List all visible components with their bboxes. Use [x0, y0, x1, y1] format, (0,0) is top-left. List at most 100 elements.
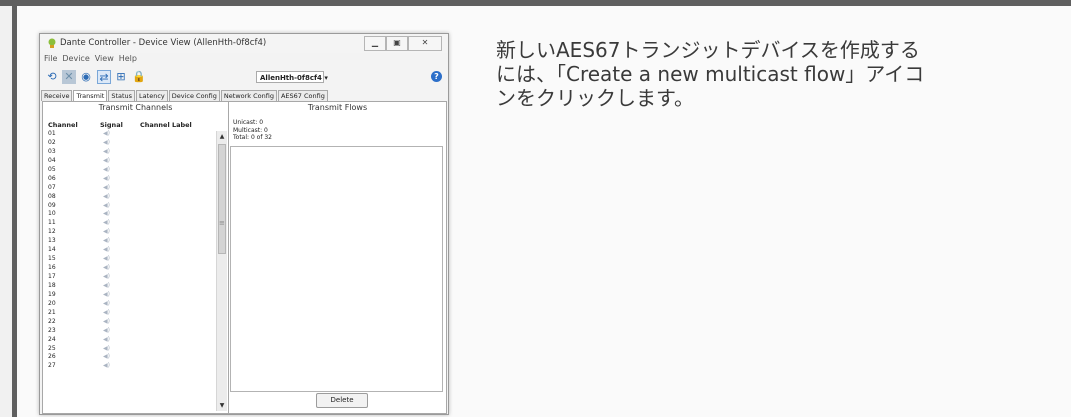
table-row[interactable]: 15 ◀): [43, 254, 215, 263]
table-row[interactable]: 04 ◀): [43, 156, 215, 165]
multicast-count: Multicast: 0: [233, 126, 268, 134]
minimize-button[interactable]: ▁: [364, 36, 386, 51]
channel-number: 02: [48, 138, 56, 146]
refresh-icon[interactable]: ⟲: [45, 70, 59, 84]
table-row[interactable]: 21 ◀): [43, 308, 215, 317]
instruction-line-2: には、「Create a new multicast flow」アイコ: [496, 62, 925, 86]
table-row[interactable]: 10 ◀): [43, 209, 215, 218]
table-row[interactable]: 18 ◀): [43, 281, 215, 290]
channel-number: 17: [48, 273, 56, 280]
signal-speaker-icon: ◀): [103, 353, 110, 361]
channel-number: 18: [48, 281, 56, 289]
instruction-line-3: ンをクリックします。: [496, 86, 694, 110]
table-row[interactable]: 17 ◀): [43, 272, 215, 281]
channel-scrollbar[interactable]: ▲ ≡ ▼: [216, 131, 227, 411]
table-row[interactable]: 02 ◀): [43, 138, 215, 147]
signal-speaker-icon: ◀): [103, 326, 110, 334]
flows-list[interactable]: [230, 146, 443, 392]
maximize-button[interactable]: ▣: [386, 36, 408, 51]
col-channel[interactable]: Channel: [48, 121, 78, 129]
scroll-down-arrow-icon[interactable]: ▼: [217, 402, 227, 410]
grid-icon[interactable]: ⊞: [114, 70, 128, 84]
delete-button[interactable]: Delete: [316, 393, 368, 408]
instruction-text: 新しいAES67トランジットデバイスを作成する には、「Create a new…: [496, 38, 1036, 110]
flow-stats: Unicast: 0 Multicast: 0 Total: 0 of 32: [233, 119, 272, 142]
table-row[interactable]: 11 ◀): [43, 218, 215, 227]
dante-controller-window: Dante Controller - Device View (AllenHth…: [39, 33, 449, 415]
instruction-line-1: 新しいAES67トランジットデバイスを作成する: [496, 38, 920, 62]
table-row[interactable]: 25 ◀): [43, 344, 215, 353]
signal-speaker-icon: ◀): [103, 264, 110, 272]
table-row[interactable]: 19 ◀): [43, 290, 215, 299]
table-row[interactable]: 14 ◀): [43, 245, 215, 254]
close-button[interactable]: ✕: [408, 36, 442, 51]
scroll-up-arrow-icon[interactable]: ▲: [217, 133, 227, 141]
channel-number: 09: [48, 201, 56, 209]
signal-speaker-icon: ◀): [103, 219, 110, 227]
signal-speaker-icon: ◀): [103, 246, 110, 254]
channel-number: 20: [48, 299, 56, 307]
table-row[interactable]: 26 ◀): [43, 352, 215, 361]
table-row[interactable]: 16 ◀): [43, 263, 215, 272]
table-row[interactable]: 06 ◀): [43, 174, 215, 183]
transmit-content: Transmit Channels Channel Signal Channel…: [42, 101, 447, 414]
lock-icon[interactable]: 🔒: [132, 70, 146, 84]
tab-network-config[interactable]: Network Config: [220, 90, 277, 101]
signal-speaker-icon: ◀): [103, 165, 110, 173]
table-row[interactable]: 12 ◀): [43, 227, 215, 236]
table-row[interactable]: 07 ◀): [43, 183, 215, 192]
channel-number: 16: [48, 264, 56, 272]
channel-number: 01: [48, 130, 56, 137]
channel-number: 19: [48, 290, 56, 298]
unicast-count: Unicast: 0: [233, 119, 264, 126]
tab-latency[interactable]: Latency: [136, 90, 168, 101]
table-row[interactable]: 24 ◀): [43, 335, 215, 344]
menu-file[interactable]: File: [44, 54, 57, 66]
signal-speaker-icon: ◀): [103, 147, 110, 155]
menu-help[interactable]: Help: [119, 54, 137, 66]
table-row[interactable]: 03 ◀): [43, 147, 215, 156]
col-signal[interactable]: Signal: [100, 121, 123, 129]
tab-aes67-config[interactable]: AES67 Config: [277, 90, 328, 101]
col-channel-label[interactable]: Channel Label: [140, 121, 192, 129]
tools-icon[interactable]: ✕: [62, 70, 76, 84]
table-row[interactable]: 13 ◀): [43, 236, 215, 245]
window-title: Dante Controller - Device View (AllenHth…: [60, 38, 267, 48]
device-select[interactable]: AllenHth-0f8cf4 ▾: [256, 71, 328, 83]
table-row[interactable]: 23 ◀): [43, 326, 215, 335]
create-multicast-flow-icon[interactable]: ⇄: [97, 70, 111, 84]
transmit-channels-title: Transmit Channels: [98, 103, 173, 112]
eye-icon[interactable]: ◉: [79, 70, 93, 84]
tab-receive[interactable]: Receive: [41, 90, 73, 101]
help-icon[interactable]: ?: [431, 71, 442, 82]
signal-speaker-icon: ◀): [103, 344, 110, 352]
signal-speaker-icon: ◀): [103, 192, 110, 200]
signal-speaker-icon: ◀): [103, 183, 110, 191]
table-row[interactable]: 27 ◀): [43, 361, 215, 370]
menu-device[interactable]: Device: [62, 54, 89, 66]
menu-view[interactable]: View: [95, 54, 114, 66]
channel-list: 01 ◀) 02 ◀) 03 ◀) 04 ◀) 05 ◀) 06 ◀) 07 ◀) 08 ◀) 09 ◀) 10 ◀)…: [43, 129, 215, 370]
tab-device-config[interactable]: Device Config: [168, 90, 220, 101]
scroll-grip-icon: ≡: [219, 219, 225, 227]
channel-number: 08: [48, 192, 56, 200]
table-row[interactable]: 08 ◀): [43, 192, 215, 201]
scroll-thumb[interactable]: [218, 144, 226, 254]
channel-number: 03: [48, 147, 56, 155]
signal-speaker-icon: ◀): [103, 273, 110, 280]
channel-number: 26: [48, 353, 56, 361]
tab-status[interactable]: Status: [108, 90, 136, 101]
signal-speaker-icon: ◀): [103, 210, 110, 218]
menu-bar: File Device View Help: [40, 54, 452, 66]
tab-bar: Receive Transmit Status Latency Device C…: [41, 90, 329, 102]
channel-number: 23: [48, 326, 56, 334]
table-row[interactable]: 22 ◀): [43, 317, 215, 326]
signal-speaker-icon: ◀): [103, 290, 110, 298]
signal-speaker-icon: ◀): [103, 255, 110, 263]
table-row[interactable]: 05 ◀): [43, 165, 215, 174]
title-bar: Dante Controller - Device View (AllenHth…: [40, 34, 448, 53]
table-row[interactable]: 01 ◀): [43, 129, 215, 138]
signal-speaker-icon: ◀): [103, 201, 110, 209]
table-row[interactable]: 20 ◀): [43, 299, 215, 308]
table-row[interactable]: 09 ◀): [43, 201, 215, 210]
